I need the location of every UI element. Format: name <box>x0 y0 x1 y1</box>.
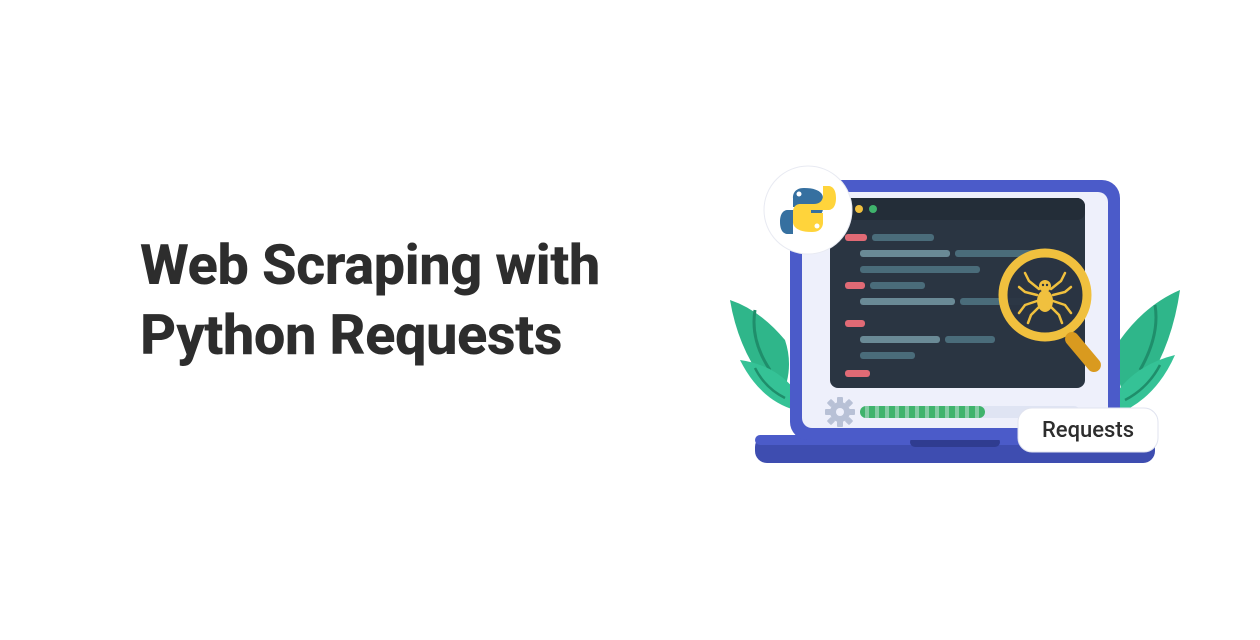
python-logo-icon <box>764 166 852 254</box>
hero-illustration: Requests <box>700 140 1200 520</box>
heading-line-1: Web Scraping with <box>140 232 600 298</box>
leaf-left-icon <box>730 300 795 410</box>
heading-line-2: Python Requests <box>140 302 562 368</box>
leaf-right-icon <box>1115 290 1180 415</box>
gear-icon <box>825 397 855 427</box>
requests-badge-label: Requests <box>1042 418 1134 443</box>
page-title: Web Scraping with Python Requests <box>140 230 600 370</box>
requests-badge: Requests <box>1018 408 1158 452</box>
